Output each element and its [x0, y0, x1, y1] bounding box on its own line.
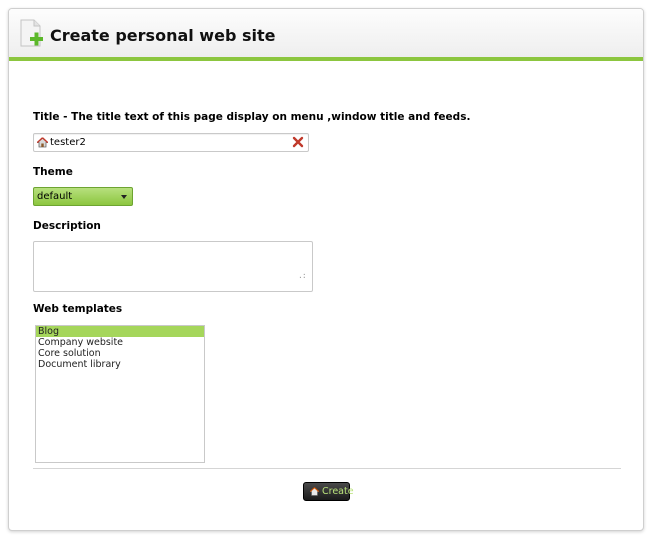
list-item[interactable]: Core solution: [36, 348, 204, 359]
document-add-icon: [19, 19, 45, 49]
clear-icon[interactable]: [292, 136, 304, 148]
description-field[interactable]: [33, 241, 313, 292]
page-title: Create personal web site: [50, 26, 276, 45]
theme-label: Theme: [33, 166, 73, 178]
title-label: Title - The title text of this page disp…: [33, 111, 471, 123]
list-item[interactable]: Blog: [36, 326, 204, 337]
home-icon: [309, 487, 320, 496]
description-label: Description: [33, 220, 101, 232]
theme-select[interactable]: default: [33, 187, 133, 206]
theme-select-value: default: [37, 191, 73, 202]
chevron-down-icon: [121, 195, 127, 199]
resize-grip-icon[interactable]: .:: [298, 271, 307, 280]
divider: [33, 468, 621, 469]
list-item[interactable]: Company website: [36, 337, 204, 348]
title-input[interactable]: tester2: [33, 133, 309, 152]
page-header: Create personal web site: [9, 9, 643, 61]
list-item[interactable]: Document library: [36, 359, 204, 370]
create-button-label: Create: [322, 486, 354, 497]
create-site-panel: Create personal web site Title - The tit…: [8, 8, 644, 531]
templates-label: Web templates: [33, 303, 123, 315]
web-templates-list[interactable]: Blog Company website Core solution Docum…: [35, 325, 205, 463]
home-icon: [36, 137, 49, 148]
create-button[interactable]: Create: [303, 482, 354, 501]
title-input-value: tester2: [50, 137, 86, 148]
